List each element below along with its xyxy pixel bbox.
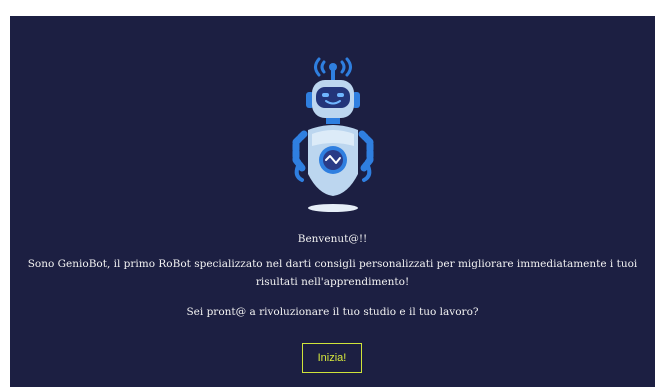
robot-mascot-icon (278, 56, 388, 220)
start-button[interactable]: Inizia! (302, 343, 362, 373)
greeting-text: Benvenut@!! (297, 233, 368, 245)
intro-text: Sono GenioBot, il primo RoBot specializz… (27, 258, 638, 288)
welcome-panel: Benvenut@!! Sono GenioBot, il primo RoBo… (10, 16, 655, 387)
question-text: Sei pront@ a rivoluzionare il tuo studio… (186, 306, 479, 318)
